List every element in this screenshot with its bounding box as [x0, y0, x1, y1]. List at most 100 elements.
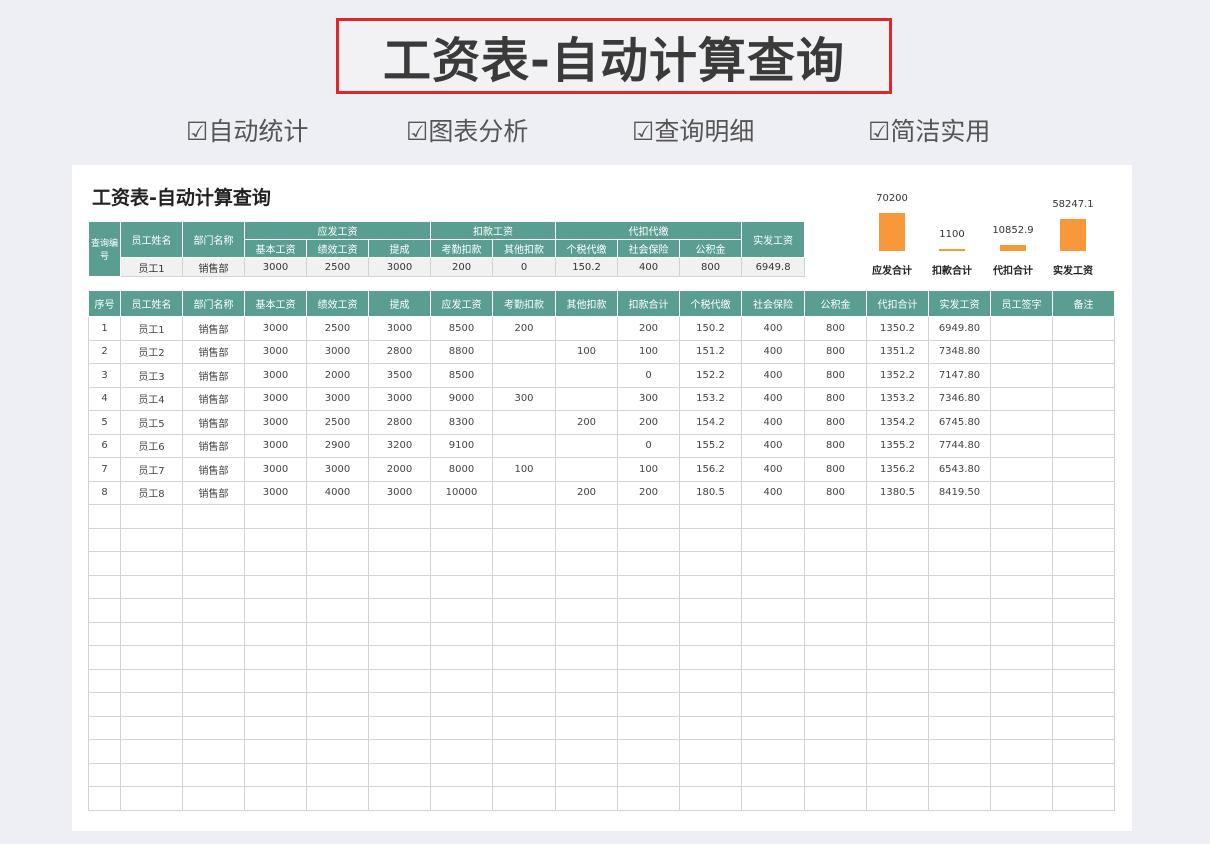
empty-cell[interactable]: [556, 740, 618, 764]
empty-cell[interactable]: [245, 763, 307, 787]
table-cell[interactable]: 150.2: [680, 317, 742, 341]
empty-cell[interactable]: [89, 716, 121, 740]
table-cell[interactable]: 1354.2: [867, 411, 929, 435]
table-cell[interactable]: 100: [618, 458, 680, 482]
table-cell[interactable]: 员工2: [121, 340, 183, 364]
empty-cell[interactable]: [1053, 693, 1115, 717]
table-cell[interactable]: 3000: [369, 317, 431, 341]
table-cell[interactable]: [991, 317, 1053, 341]
table-cell[interactable]: 2: [89, 340, 121, 364]
empty-cell[interactable]: [89, 646, 121, 670]
empty-cell[interactable]: [805, 646, 867, 670]
empty-cell[interactable]: [245, 622, 307, 646]
empty-cell[interactable]: [805, 763, 867, 787]
empty-cell[interactable]: [245, 716, 307, 740]
table-cell[interactable]: 3000: [307, 340, 369, 364]
empty-cell[interactable]: [307, 669, 369, 693]
empty-cell[interactable]: [742, 646, 805, 670]
empty-cell[interactable]: [1053, 787, 1115, 811]
empty-cell[interactable]: [680, 528, 742, 552]
table-cell[interactable]: 800: [805, 317, 867, 341]
empty-cell[interactable]: [121, 669, 183, 693]
empty-cell[interactable]: [183, 716, 245, 740]
table-cell[interactable]: [556, 458, 618, 482]
empty-cell[interactable]: [680, 552, 742, 576]
empty-cell[interactable]: [121, 740, 183, 764]
empty-cell[interactable]: [89, 787, 121, 811]
table-cell[interactable]: 3000: [369, 481, 431, 505]
table-cell[interactable]: 6949.80: [929, 317, 991, 341]
empty-cell[interactable]: [1053, 505, 1115, 529]
table-cell[interactable]: 7348.80: [929, 340, 991, 364]
empty-cell[interactable]: [431, 505, 493, 529]
table-cell[interactable]: 销售部: [183, 387, 245, 411]
empty-cell[interactable]: [121, 575, 183, 599]
table-cell[interactable]: 156.2: [680, 458, 742, 482]
empty-cell[interactable]: [183, 693, 245, 717]
empty-cell[interactable]: [121, 599, 183, 623]
empty-cell[interactable]: [89, 763, 121, 787]
empty-cell[interactable]: [618, 787, 680, 811]
empty-cell[interactable]: [929, 552, 991, 576]
table-cell[interactable]: 1356.2: [867, 458, 929, 482]
table-cell[interactable]: 300: [493, 387, 556, 411]
empty-cell[interactable]: [245, 552, 307, 576]
empty-cell[interactable]: [369, 552, 431, 576]
empty-cell[interactable]: [493, 763, 556, 787]
empty-cell[interactable]: [805, 693, 867, 717]
empty-cell[interactable]: [245, 669, 307, 693]
empty-cell[interactable]: [867, 505, 929, 529]
empty-cell[interactable]: [991, 787, 1053, 811]
empty-cell[interactable]: [680, 575, 742, 599]
table-cell[interactable]: 6543.80: [929, 458, 991, 482]
table-cell[interactable]: 2000: [369, 458, 431, 482]
table-cell[interactable]: [1053, 481, 1115, 505]
table-cell[interactable]: 员工3: [121, 364, 183, 388]
empty-cell[interactable]: [680, 599, 742, 623]
table-cell[interactable]: 员工8: [121, 481, 183, 505]
table-cell[interactable]: 1: [89, 317, 121, 341]
empty-cell[interactable]: [89, 669, 121, 693]
empty-cell[interactable]: [307, 693, 369, 717]
empty-cell[interactable]: [805, 505, 867, 529]
empty-cell[interactable]: [493, 622, 556, 646]
empty-cell[interactable]: [867, 528, 929, 552]
empty-cell[interactable]: [556, 575, 618, 599]
empty-cell[interactable]: [618, 763, 680, 787]
empty-cell[interactable]: [618, 552, 680, 576]
table-cell[interactable]: [991, 411, 1053, 435]
empty-cell[interactable]: [618, 622, 680, 646]
table-cell[interactable]: 销售部: [183, 458, 245, 482]
empty-cell[interactable]: [991, 693, 1053, 717]
empty-cell[interactable]: [556, 787, 618, 811]
table-cell[interactable]: 8: [89, 481, 121, 505]
table-cell[interactable]: 3000: [245, 411, 307, 435]
table-cell[interactable]: 8500: [431, 317, 493, 341]
empty-cell[interactable]: [183, 505, 245, 529]
empty-cell[interactable]: [245, 599, 307, 623]
table-cell[interactable]: [991, 434, 1053, 458]
table-cell[interactable]: 3000: [307, 458, 369, 482]
empty-cell[interactable]: [369, 575, 431, 599]
empty-cell[interactable]: [1053, 740, 1115, 764]
table-cell[interactable]: [991, 364, 1053, 388]
empty-cell[interactable]: [929, 669, 991, 693]
empty-cell[interactable]: [431, 646, 493, 670]
empty-cell[interactable]: [556, 716, 618, 740]
empty-cell[interactable]: [183, 528, 245, 552]
table-cell[interactable]: [991, 481, 1053, 505]
table-cell[interactable]: 6: [89, 434, 121, 458]
empty-cell[interactable]: [742, 552, 805, 576]
table-cell[interactable]: 3000: [245, 317, 307, 341]
empty-cell[interactable]: [245, 505, 307, 529]
empty-cell[interactable]: [929, 646, 991, 670]
empty-cell[interactable]: [89, 505, 121, 529]
table-cell[interactable]: 8000: [431, 458, 493, 482]
empty-cell[interactable]: [89, 575, 121, 599]
table-cell[interactable]: 2500: [307, 411, 369, 435]
table-cell[interactable]: [1053, 364, 1115, 388]
empty-cell[interactable]: [121, 716, 183, 740]
empty-cell[interactable]: [556, 693, 618, 717]
empty-cell[interactable]: [556, 552, 618, 576]
empty-cell[interactable]: [307, 599, 369, 623]
